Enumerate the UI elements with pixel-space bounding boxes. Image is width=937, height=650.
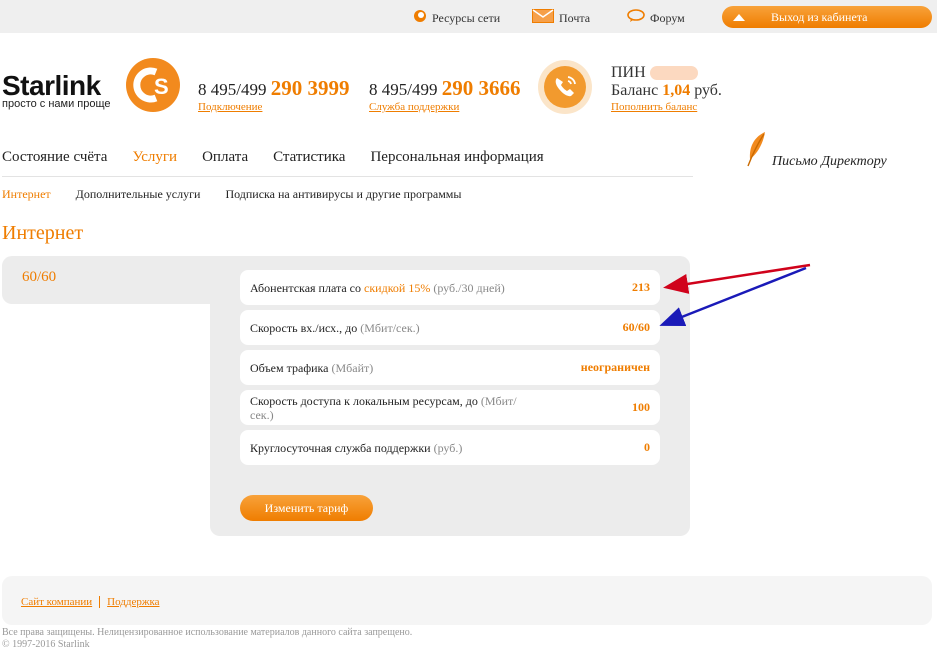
tariff-row-speed: Скорость вх./исх., до (Мбит/сек.) 60/60 — [240, 310, 660, 345]
fee-label: Абонентская плата со — [250, 280, 365, 295]
traffic-unit: (Мбайт) — [331, 360, 374, 375]
local-speed-value: 100 — [632, 400, 650, 414]
sub-nav: Интернет Дополнительные услуги Подписка … — [2, 187, 486, 202]
balance-display: Баланс 1,04 руб. — [611, 82, 722, 100]
exit-cabinet-label: Выход из кабинета — [771, 9, 868, 24]
support-phone: 8 495/499 290 3666 — [369, 76, 520, 101]
mail-label: Почта — [559, 10, 591, 25]
resources-icon — [413, 9, 427, 27]
footer-links: Сайт компании Поддержка — [21, 596, 160, 608]
subnav-internet[interactable]: Интернет — [2, 187, 51, 202]
traffic-label: Объем трафика — [250, 360, 332, 375]
speed-unit: (Мбит/сек.) — [360, 320, 420, 335]
tariff-row-support: Круглосуточная служба поддержки (руб.) 0 — [240, 430, 660, 465]
support-link[interactable]: Служба поддержки — [369, 101, 459, 113]
balance-unit: руб. — [694, 82, 722, 99]
speed-value: 60/60 — [622, 320, 650, 334]
tariff-row-fee: Абонентская плата со скидкой 15% (руб./3… — [240, 270, 660, 305]
subnav-antivirus-subscription[interactable]: Подписка на антивирусы и другие программ… — [225, 187, 461, 202]
logo-tagline: просто с нами проще — [2, 98, 111, 110]
connection-phone: 8 495/499 290 3999 — [198, 76, 349, 101]
support-footer-link[interactable]: Поддержка — [107, 596, 159, 608]
svg-text:S: S — [154, 74, 169, 99]
forum-label: Форум — [650, 10, 685, 25]
tariff-row-traffic: Объем трафика (Мбайт) неограничен — [240, 350, 660, 385]
support-value: 0 — [644, 440, 650, 454]
logo-mark-icon: S — [126, 58, 180, 112]
balance-value: 1,04 — [662, 82, 691, 99]
speed-label: Скорость вх./исх., до — [250, 320, 361, 335]
nav-statistics[interactable]: Статистика — [273, 149, 345, 166]
letter-to-director-label: Письмо Директору — [772, 153, 887, 169]
letter-to-director-link[interactable]: Письмо Директору — [746, 131, 887, 172]
nav-account-status[interactable]: Состояние счёта — [2, 149, 107, 166]
company-site-link[interactable]: Сайт компании — [21, 596, 92, 608]
local-speed-label: Скорость доступа к локальным ресурсам, д… — [250, 393, 481, 408]
support-unit: (руб.) — [433, 440, 463, 455]
tariff-name: 60/60 — [22, 269, 57, 285]
tariff-row-local-speed: Скорость доступа к локальным ресурсам, д… — [240, 390, 660, 425]
pin-display: ПИН — [611, 64, 698, 82]
main-nav: Состояние счёта Услуги Оплата Статистика… — [2, 149, 569, 166]
speech-bubble-icon — [627, 9, 645, 27]
network-resources-link[interactable]: Ресурсы сети — [413, 9, 500, 27]
exit-cabinet-button[interactable]: Выход из кабинета — [722, 6, 932, 28]
pin-value-blurred — [649, 66, 698, 81]
balance-label: Баланс — [611, 82, 659, 99]
copyright-years: © 1997-2016 Starlink — [2, 639, 90, 650]
pin-label: ПИН — [611, 64, 646, 81]
support-phone-prefix: 8 495/499 — [369, 80, 438, 99]
support-label: Круглосуточная служба поддержки — [250, 440, 434, 455]
copyright-notice: Все права защищены. Нелицензированное ис… — [2, 627, 413, 638]
nav-personal-info[interactable]: Персональная информация — [370, 149, 543, 166]
fee-discount: скидкой 15% — [364, 280, 431, 295]
nav-payment[interactable]: Оплата — [202, 149, 248, 166]
fee-value: 213 — [632, 280, 650, 294]
page-title: Интернет — [2, 222, 84, 244]
connection-link[interactable]: Подключение — [198, 101, 262, 113]
network-resources-label: Ресурсы сети — [432, 10, 501, 25]
footer-separator — [99, 596, 101, 608]
change-tariff-button[interactable]: Изменить тариф — [240, 495, 373, 521]
nav-services[interactable]: Услуги — [132, 149, 177, 166]
envelope-icon — [532, 9, 554, 27]
phone-call-icon — [538, 60, 592, 114]
topup-balance-link[interactable]: Пополнить баланс — [611, 101, 697, 113]
mail-link[interactable]: Почта — [532, 9, 590, 27]
fee-unit: (руб./30 дней) — [430, 280, 505, 295]
connection-phone-number: 290 3999 — [270, 76, 350, 100]
forum-link[interactable]: Форум — [627, 9, 685, 27]
feather-icon — [746, 131, 768, 172]
support-phone-number: 290 3666 — [441, 76, 521, 100]
traffic-value: неограничен — [580, 360, 650, 374]
connection-phone-prefix: 8 495/499 — [198, 80, 267, 99]
subnav-additional-services[interactable]: Дополнительные услуги — [76, 187, 201, 202]
up-arrow-icon — [733, 13, 745, 21]
nav-divider — [2, 176, 693, 177]
